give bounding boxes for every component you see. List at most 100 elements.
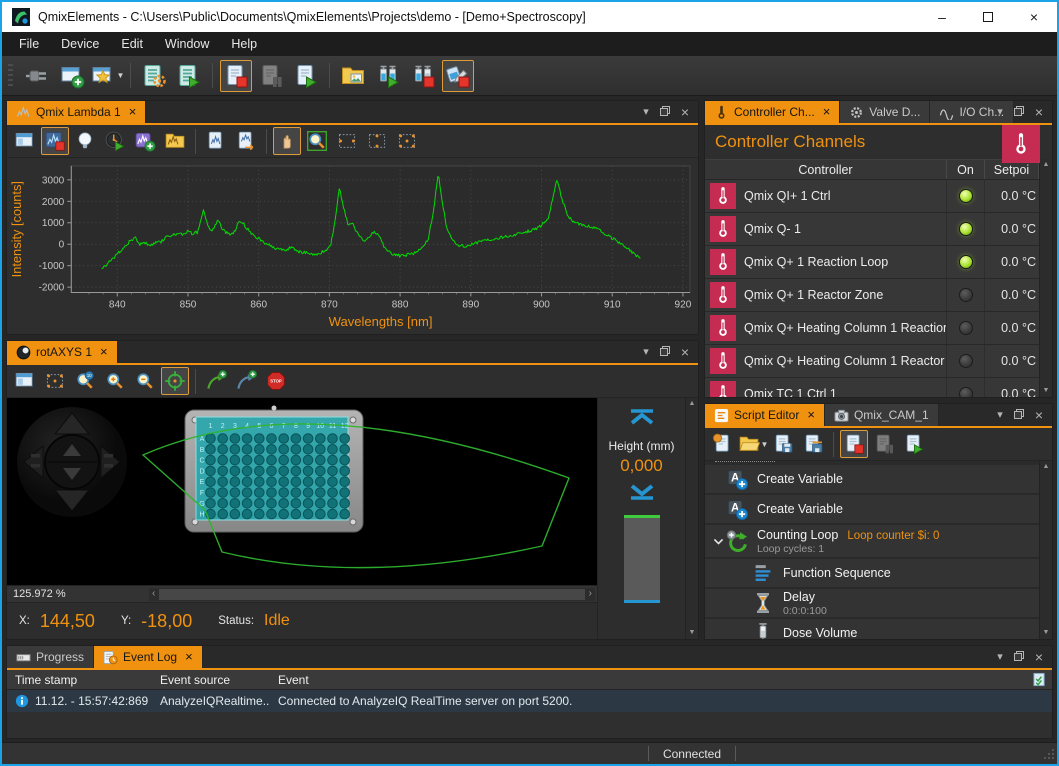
plate-well[interactable] [206, 455, 216, 465]
script-step-function-sequence-3[interactable]: Function Sequence [705, 559, 1039, 589]
setpoint-value[interactable]: 0.0 °C [985, 345, 1039, 377]
plate-well[interactable] [279, 445, 289, 455]
minimize-button[interactable]: – [919, 2, 965, 32]
add-path-step-button[interactable] [232, 367, 260, 395]
setpoint-value[interactable]: 0.0 °C [985, 312, 1039, 344]
maximize-button[interactable] [965, 2, 1011, 32]
lift-up-button[interactable] [627, 408, 657, 430]
on-led[interactable] [959, 387, 973, 397]
script-stop-button[interactable] [220, 60, 252, 92]
scroll-down-icon[interactable]: ▼ [689, 629, 696, 637]
plate-well[interactable] [316, 434, 326, 444]
plate-well[interactable] [279, 455, 289, 465]
plate-well[interactable] [279, 434, 289, 444]
script-vscrollbar[interactable]: ▲ ▼ [1039, 461, 1052, 639]
menu-device[interactable]: Device [50, 34, 110, 54]
scroll-up-icon[interactable]: ▲ [1043, 161, 1050, 169]
zoom-in-button[interactable] [101, 367, 129, 395]
panel-menu-button[interactable]: ▾ [643, 107, 649, 118]
plate-well[interactable] [267, 466, 277, 476]
plate-well[interactable] [242, 488, 252, 498]
tab-controller-ch[interactable]: Controller Ch...× [705, 101, 840, 123]
tab-close-icon[interactable]: × [823, 107, 831, 117]
plate-well[interactable] [316, 499, 326, 509]
height-slider[interactable] [624, 515, 660, 603]
plate-well[interactable] [303, 488, 313, 498]
panel-close-button[interactable]: × [681, 345, 689, 359]
on-led[interactable] [959, 354, 973, 368]
scroll-up-icon[interactable]: ▲ [1043, 463, 1050, 471]
plate-well[interactable] [340, 488, 350, 498]
plate-well[interactable] [230, 466, 240, 476]
plate-well[interactable] [303, 499, 313, 509]
plate-well[interactable] [242, 499, 252, 509]
fit-all-button[interactable] [393, 127, 421, 155]
panel-float-button[interactable] [1014, 651, 1024, 664]
script-step-create-variable-1[interactable]: ACreate Variable [705, 495, 1039, 525]
plate-well[interactable] [279, 509, 289, 519]
plate-well[interactable] [316, 455, 326, 465]
pause-script-button[interactable] [870, 430, 898, 458]
menu-file[interactable]: File [8, 34, 50, 54]
controller-row[interactable]: Qmix Q+ 1 Reactor Zone0.0 °C [705, 279, 1039, 312]
controller-row[interactable]: Qmix QI+ 1 Ctrl0.0 °C [705, 180, 1039, 213]
plate-well[interactable] [303, 455, 313, 465]
plate-well[interactable] [230, 434, 240, 444]
plate-well[interactable] [206, 466, 216, 476]
plate-well[interactable] [340, 434, 350, 444]
plate-well[interactable] [218, 455, 228, 465]
panel-close-button[interactable]: × [1035, 105, 1043, 119]
column-header-controller[interactable]: Controller [705, 160, 947, 179]
plate-well[interactable] [340, 477, 350, 487]
lift-down-button[interactable] [627, 484, 657, 506]
panel-close-button[interactable]: × [1035, 650, 1043, 664]
dosing-start-button[interactable] [372, 60, 404, 92]
plate-well[interactable] [255, 509, 265, 519]
tab-close-icon[interactable]: × [185, 652, 193, 662]
plate-well[interactable] [328, 466, 338, 476]
plate-well[interactable] [291, 509, 301, 519]
scroll-left-icon[interactable]: ‹ [149, 590, 158, 598]
stage-canvas[interactable]: 123456789101112ABCDEFGH [7, 398, 597, 585]
toolbar-grip[interactable] [8, 64, 13, 88]
tab-close-icon[interactable]: × [129, 107, 137, 117]
resize-grip-icon[interactable] [1043, 748, 1055, 760]
new-project-button[interactable] [56, 60, 88, 92]
stop-acquisition-button[interactable] [41, 127, 69, 155]
export-spectrum-button[interactable] [232, 127, 260, 155]
scroll-up-icon[interactable]: ▲ [689, 400, 696, 408]
plate-well[interactable] [206, 434, 216, 444]
tab-event-log[interactable]: Event Log× [94, 646, 203, 668]
panel-menu-button[interactable]: ▾ [997, 107, 1003, 118]
plate-well[interactable] [267, 488, 277, 498]
plate-well[interactable] [303, 466, 313, 476]
controller-row[interactable]: Qmix Q- 10.0 °C [705, 213, 1039, 246]
tab-progress[interactable]: Progress [7, 646, 94, 668]
tab-valve-d[interactable]: Valve D... [840, 101, 930, 123]
plate-well[interactable] [230, 488, 240, 498]
process-settings-button[interactable] [138, 60, 170, 92]
spectra-files-button[interactable] [161, 127, 189, 155]
pan-tool-button[interactable] [273, 127, 301, 155]
column-header-event-source[interactable]: Event source [152, 673, 270, 687]
setpoint-value[interactable]: 0.0 °C [985, 213, 1039, 245]
plate-well[interactable] [328, 477, 338, 487]
new-script-button[interactable] [709, 430, 737, 458]
controller-vscrollbar[interactable]: ▲ ▼ [1039, 159, 1052, 397]
plate-well[interactable] [255, 488, 265, 498]
plate-well[interactable] [291, 477, 301, 487]
plate-well[interactable] [230, 499, 240, 509]
controller-row[interactable]: Qmix TC 1 Ctrl 10.0 °C [705, 378, 1039, 397]
zoom-100-button[interactable]: 10 [71, 367, 99, 395]
move-to-position-button[interactable] [161, 367, 189, 395]
plate-well[interactable] [340, 466, 350, 476]
plate-well[interactable] [316, 466, 326, 476]
joystick-control[interactable] [16, 406, 128, 518]
script-step-create-variable-0[interactable]: ACreate Variable [705, 465, 1039, 495]
plate-well[interactable] [255, 455, 265, 465]
hscroll-thumb[interactable] [159, 589, 584, 600]
dosing-stop-button[interactable] [407, 60, 439, 92]
script-run-button[interactable] [290, 60, 322, 92]
script-step-dose-volume-5[interactable]: Dose Volume [705, 619, 1039, 639]
panel-menu-button[interactable]: ▾ [997, 652, 1003, 663]
